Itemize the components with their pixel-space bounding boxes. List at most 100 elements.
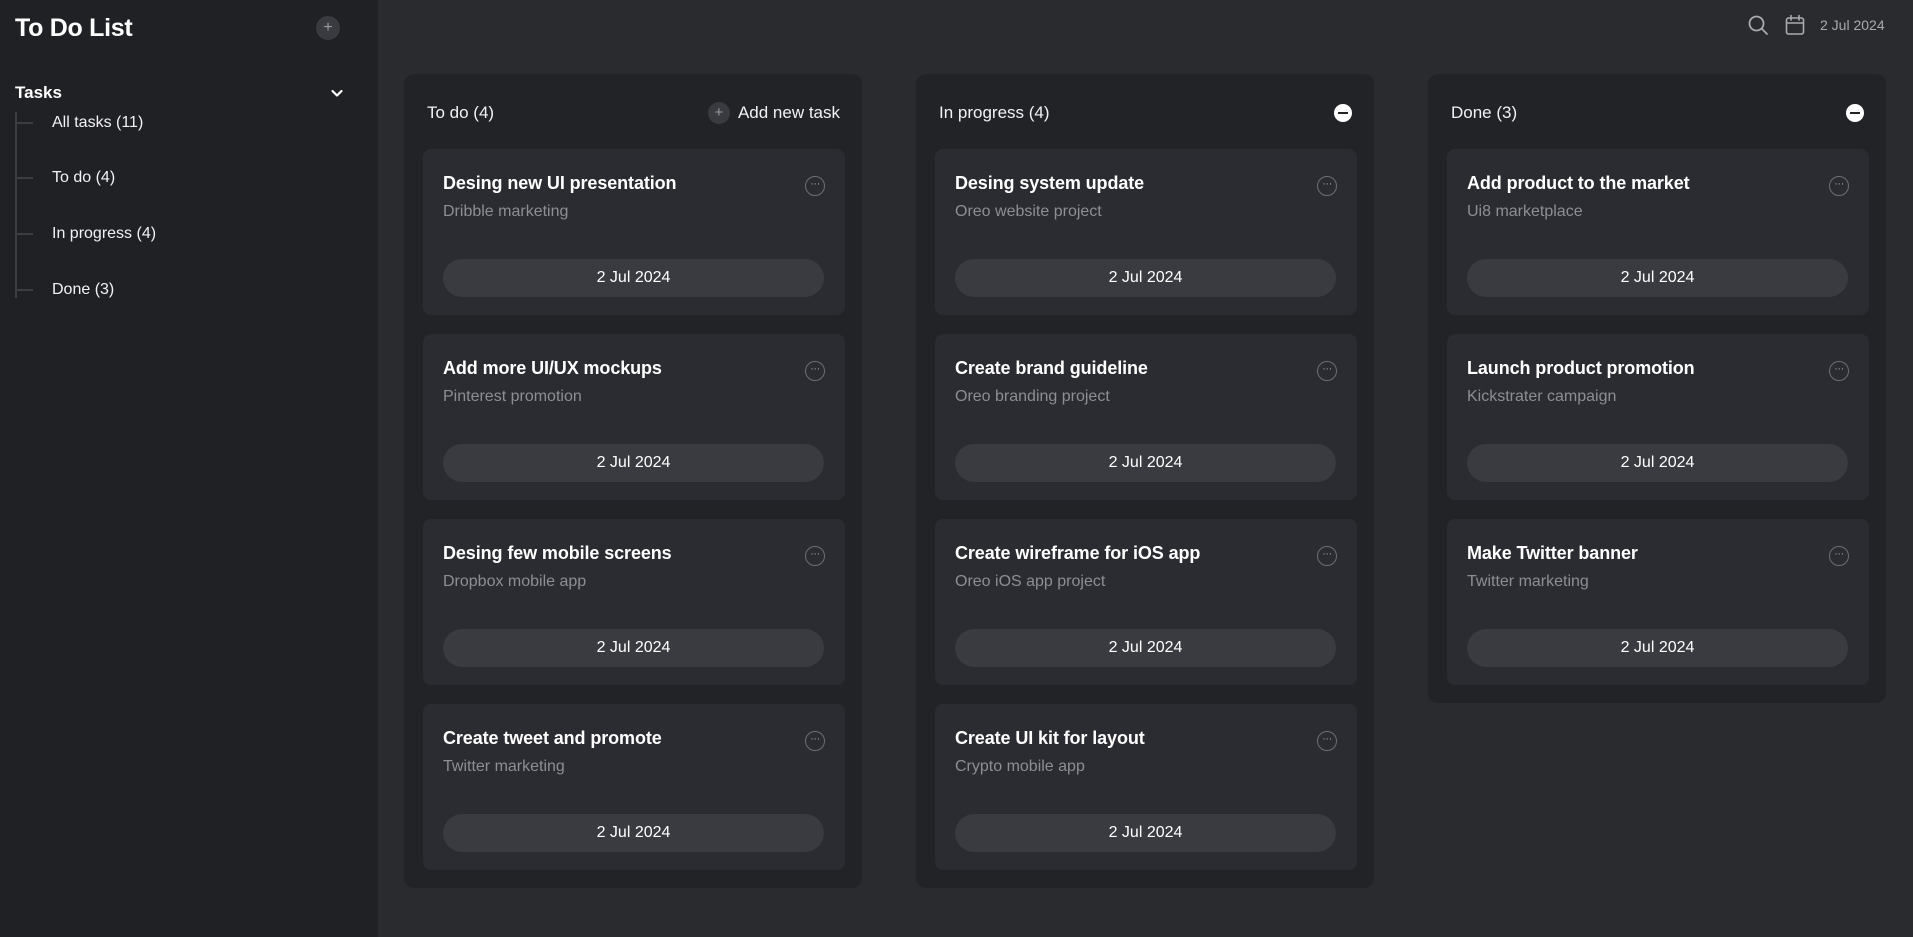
task-title: Create tweet and promote [443, 728, 662, 748]
more-options-button[interactable]: ··· [1829, 546, 1849, 566]
more-icon: ··· [1834, 178, 1844, 190]
task-date[interactable]: 2 Jul 2024 [1467, 259, 1848, 297]
column-title: In progress (4) [939, 103, 1050, 122]
sidebar-item-all-tasks[interactable]: All tasks (11) [15, 109, 143, 137]
task-card[interactable]: Make Twitter banner Twitter marketing ··… [1447, 519, 1869, 685]
search-icon[interactable] [1747, 14, 1769, 36]
column-title: To do (4) [427, 103, 495, 122]
task-title: Create brand guideline [955, 358, 1148, 378]
task-project: Oreo website project [955, 203, 1102, 220]
task-project: Pinterest promotion [443, 388, 582, 405]
task-card[interactable]: Add more UI/UX mockups Pinterest promoti… [423, 334, 845, 500]
task-card[interactable]: Desing new UI presentation Dribble marke… [423, 149, 845, 315]
sidebar-item-in-progress[interactable]: In progress (4) [15, 220, 156, 248]
task-date[interactable]: 2 Jul 2024 [955, 814, 1336, 852]
column-to-do: To do (4) + Add new task Desing new UI p… [404, 74, 862, 888]
tasks-section-toggle[interactable]: Tasks [15, 81, 345, 105]
more-options-button[interactable]: ··· [1317, 546, 1337, 566]
task-date[interactable]: 2 Jul 2024 [443, 259, 824, 297]
task-title: Make Twitter banner [1467, 543, 1638, 563]
task-date[interactable]: 2 Jul 2024 [443, 444, 824, 482]
nav-branch [15, 289, 33, 291]
more-options-button[interactable]: ··· [1317, 176, 1337, 196]
task-project: Oreo iOS app project [955, 573, 1106, 590]
task-project: Dribble marketing [443, 203, 569, 220]
minus-circle-icon[interactable] [1334, 104, 1352, 122]
task-title: Launch product promotion [1467, 358, 1695, 378]
task-date[interactable]: 2 Jul 2024 [955, 444, 1336, 482]
current-date: 2 Jul 2024 [1820, 17, 1885, 33]
more-options-button[interactable]: ··· [1829, 176, 1849, 196]
task-date[interactable]: 2 Jul 2024 [443, 814, 824, 852]
task-title: Add more UI/UX mockups [443, 358, 662, 378]
task-card[interactable]: Desing system update Oreo website projec… [935, 149, 1357, 315]
more-options-button[interactable]: ··· [1317, 361, 1337, 381]
more-options-button[interactable]: ··· [805, 731, 825, 751]
more-icon: ··· [1834, 548, 1844, 560]
task-project: Oreo branding project [955, 388, 1110, 405]
more-options-button[interactable]: ··· [805, 546, 825, 566]
sidebar: To Do List + Tasks All tasks (11) To do … [0, 0, 378, 937]
column-title: Done (3) [1451, 103, 1518, 122]
column-header: In progress (4) [939, 100, 1352, 126]
task-project: Dropbox mobile app [443, 573, 587, 590]
sidebar-item-label: All tasks (11) [52, 114, 144, 131]
task-title: Desing few mobile screens [443, 543, 672, 563]
task-card[interactable]: Create wireframe for iOS app Oreo iOS ap… [935, 519, 1357, 685]
task-card[interactable]: Launch product promotion Kickstrater cam… [1447, 334, 1869, 500]
sidebar-item-to-do[interactable]: To do (4) [15, 164, 115, 192]
column-header: To do (4) + Add new task [427, 100, 840, 126]
task-date[interactable]: 2 Jul 2024 [443, 629, 824, 667]
nav-branch [15, 177, 33, 179]
task-date[interactable]: 2 Jul 2024 [955, 629, 1336, 667]
nav-branch [15, 233, 33, 235]
task-date[interactable]: 2 Jul 2024 [955, 259, 1336, 297]
task-card[interactable]: Add product to the market Ui8 marketplac… [1447, 149, 1869, 315]
plus-icon: + [707, 102, 730, 124]
task-project: Twitter marketing [1467, 573, 1589, 590]
sidebar-item-label: Done (3) [52, 281, 115, 298]
task-card[interactable]: Create UI kit for layout Crypto mobile a… [935, 704, 1357, 870]
chevron-down-icon [331, 89, 343, 97]
task-card[interactable]: Create brand guideline Oreo branding pro… [935, 334, 1357, 500]
add-new-task-button[interactable]: + Add new task [707, 102, 840, 124]
task-title: Add product to the market [1467, 173, 1690, 193]
task-title: Create wireframe for iOS app [955, 543, 1201, 563]
more-icon: ··· [1322, 363, 1332, 375]
more-icon: ··· [810, 548, 820, 560]
nav-tree-line [15, 112, 17, 298]
minus-circle-icon[interactable] [1846, 104, 1864, 122]
task-card[interactable]: Create tweet and promote Twitter marketi… [423, 704, 845, 870]
more-options-button[interactable]: ··· [1317, 731, 1337, 751]
calendar-icon[interactable] [1784, 14, 1806, 36]
more-options-button[interactable]: ··· [805, 361, 825, 381]
more-icon: ··· [1834, 363, 1844, 375]
more-icon: ··· [1322, 733, 1332, 745]
task-project: Twitter marketing [443, 758, 565, 775]
task-date[interactable]: 2 Jul 2024 [1467, 629, 1848, 667]
sidebar-item-label: In progress (4) [52, 225, 157, 242]
more-icon: ··· [810, 178, 820, 190]
sidebar-item-done[interactable]: Done (3) [15, 276, 114, 304]
tasks-section-label: Tasks [15, 83, 62, 102]
add-new-task-label: Add new task [737, 103, 840, 122]
task-date[interactable]: 2 Jul 2024 [1467, 444, 1848, 482]
task-title: Desing system update [955, 173, 1145, 193]
task-card[interactable]: Desing few mobile screens Dropbox mobile… [423, 519, 845, 685]
task-title: Desing new UI presentation [443, 173, 677, 193]
more-options-button[interactable]: ··· [805, 176, 825, 196]
add-list-button[interactable]: + [316, 16, 340, 40]
task-project: Ui8 marketplace [1467, 203, 1583, 220]
more-icon: ··· [1322, 548, 1332, 560]
task-project: Kickstrater campaign [1467, 388, 1617, 405]
column-done: Done (3) Add product to the market Ui8 m… [1428, 74, 1886, 703]
sidebar-item-label: To do (4) [52, 169, 116, 186]
more-icon: ··· [810, 733, 820, 745]
task-title: Create UI kit for layout [955, 728, 1145, 748]
app-title: To Do List [15, 14, 133, 42]
more-icon: ··· [1322, 178, 1332, 190]
task-project: Crypto mobile app [955, 758, 1085, 775]
nav-branch [15, 122, 33, 124]
more-options-button[interactable]: ··· [1829, 361, 1849, 381]
more-icon: ··· [810, 363, 820, 375]
